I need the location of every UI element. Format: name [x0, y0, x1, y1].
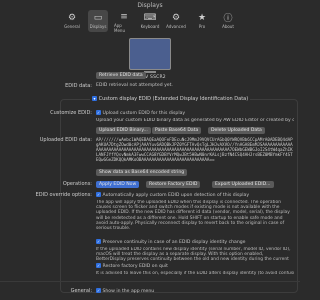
info-icon: ⓘ: [223, 14, 233, 24]
upload-custom-edid-option[interactable]: ✓ Upload custom EDID for this display: [96, 110, 185, 116]
tab-label: Pro: [198, 24, 206, 29]
upload-custom-edid-checkbox[interactable]: ✓: [96, 110, 101, 115]
uploaded-edid-text[interactable]: AP///////wAebc1WAQEBAQEaAQOFeFDEcuNcJ9Mm…: [96, 137, 294, 167]
general-label: General:: [70, 288, 92, 294]
divider: [0, 281, 300, 282]
menu-icon: ≡: [120, 12, 128, 22]
gear-advanced-icon: ⚙: [171, 12, 181, 23]
tab-app-menu[interactable]: ≡ App Menu: [114, 10, 134, 33]
show-in-app-menu-option[interactable]: ✓ Show in the app menu: [96, 288, 154, 294]
star-icon: ★: [197, 12, 207, 23]
display-stand: [144, 71, 156, 73]
tab-label: About: [222, 24, 234, 29]
restore-factory-description: It is advised to leave this on, especial…: [96, 271, 294, 276]
preserve-continuity-option[interactable]: ✓ Preserve continuity in case of an EDID…: [96, 239, 246, 245]
retrieve-edid-button[interactable]: Retrieve EDID data: [96, 72, 146, 79]
auto-apply-option[interactable]: ✓ Automatically apply custom EDID upon d…: [96, 192, 249, 198]
edid-data-label: EDID data:: [65, 83, 92, 89]
edid-status-value: EDID retrieval not attempted yet.: [96, 83, 173, 88]
override-options-label: EDID override options:: [35, 192, 92, 198]
customize-edid-label: Customize EDID:: [50, 110, 92, 116]
tab-label: App Menu: [114, 23, 125, 33]
show-in-app-menu-checkbox[interactable]: ✓: [96, 288, 101, 293]
gear-icon: ⚙: [67, 12, 77, 23]
tab-general[interactable]: ⚙ General: [62, 10, 82, 32]
restore-factory-on-quit-checkbox[interactable]: ✓: [96, 263, 101, 268]
tab-keyboard[interactable]: ⌨ Keyboard: [140, 10, 160, 32]
auto-apply-description: The app will apply the uploaded EDID whe…: [96, 200, 290, 232]
tab-label: Displays: [89, 24, 107, 29]
restore-factory-on-quit-option[interactable]: ✓ Restore factory EDID on quit: [96, 263, 168, 269]
upload-edid-binary-button[interactable]: Upload EDID Binary...: [96, 127, 151, 134]
tab-advanced[interactable]: ⚙ Advanced: [166, 10, 186, 32]
keyboard-icon: ⌨: [143, 12, 157, 23]
show-base64-button[interactable]: Show data as Base64 encoded string: [96, 169, 188, 176]
display-icon: [129, 38, 171, 70]
apply-edid-now-button[interactable]: Apply EDID Now: [96, 181, 140, 188]
tab-label: Keyboard: [140, 24, 160, 29]
section-toggle-checkbox[interactable]: ▾: [92, 96, 97, 101]
preserve-continuity-checkbox[interactable]: ✓: [96, 239, 101, 244]
tab-label: General: [64, 24, 80, 29]
customize-edid-description: Upload your custom EDID binary data as g…: [96, 118, 294, 123]
custom-edid-section-title: ▾ Custom display EDID (Extended Display …: [90, 96, 251, 102]
tab-displays[interactable]: ▭ Displays: [88, 10, 108, 32]
preserve-continuity-description: If the uploaded EDID contains new displa…: [96, 247, 291, 263]
window-title: Displays: [137, 2, 163, 9]
tab-about[interactable]: ⓘ About: [218, 10, 238, 32]
delete-uploaded-data-button[interactable]: Delete Uploaded Data: [208, 127, 265, 134]
auto-apply-checkbox[interactable]: ✓: [96, 192, 101, 197]
display-icon: ▭: [93, 12, 103, 23]
toolbar: ⚙ General ▭ Displays ≡ App Menu ⌨ Keyboard ⚙ Adva…: [0, 10, 300, 33]
operations-label: Operations:: [62, 181, 92, 187]
tab-label: Advanced: [166, 24, 186, 29]
paste-base64-button[interactable]: Paste Base64 Data: [152, 127, 202, 134]
export-uploaded-edid-button[interactable]: Export Uploaded EDID...: [212, 181, 274, 188]
restore-factory-edid-button[interactable]: Restore Factory EDID: [146, 181, 201, 188]
tab-pro[interactable]: ★ Pro: [192, 10, 212, 32]
uploaded-edid-label: Uploaded EDID data:: [39, 137, 92, 143]
